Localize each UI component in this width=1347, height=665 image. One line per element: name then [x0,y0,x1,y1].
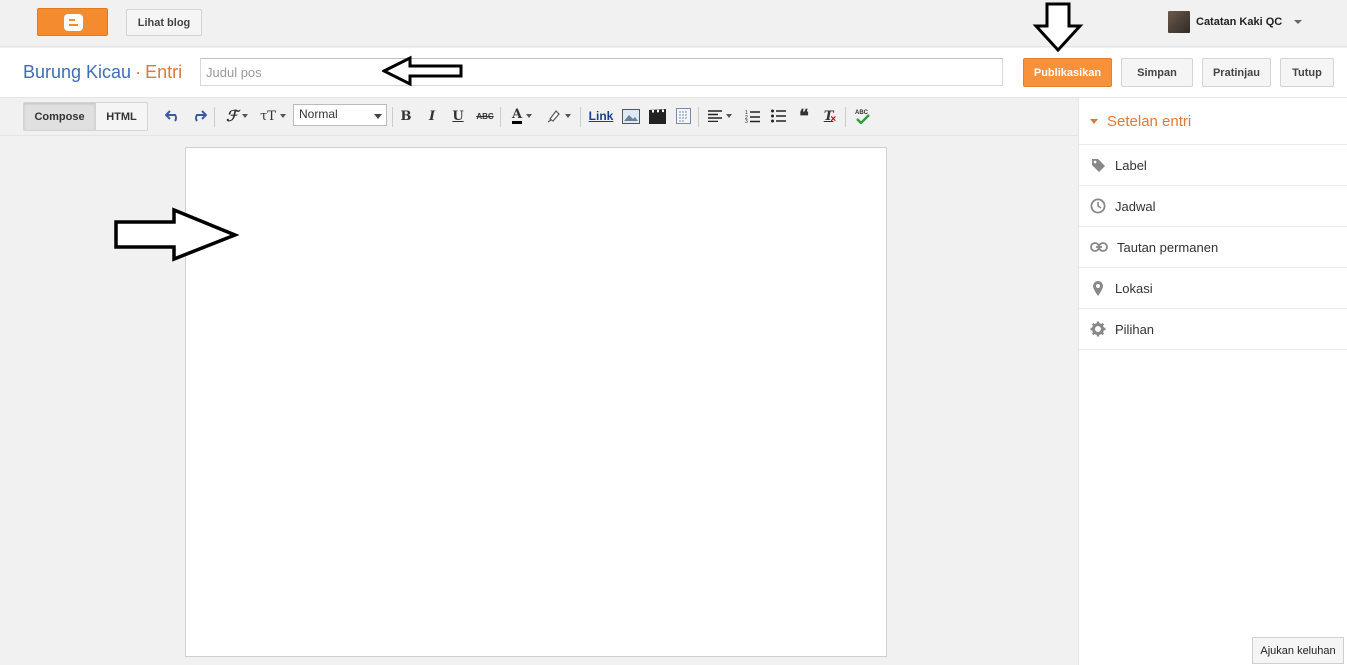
quote-icon[interactable]: ❝ [795,106,813,127]
section-name: Entri [145,62,183,82]
sidebar-item-label[interactable]: Label [1079,145,1347,186]
toolbar-divider [500,107,501,127]
spellcheck-icon[interactable]: ABC [852,107,872,125]
caret-down-icon [1090,118,1098,124]
toolbar-divider [845,107,846,127]
sidebar-item-location[interactable]: Lokasi [1079,268,1347,309]
gear-icon [1089,320,1107,338]
link-button[interactable]: Link [587,107,615,125]
jump-break-icon[interactable] [673,107,693,125]
breadcrumb-separator: · [135,62,142,82]
view-blog-button[interactable]: Lihat blog [126,9,202,36]
format-select-value: Normal [299,107,338,121]
highlight-icon[interactable] [545,107,573,125]
sidebar-item-permalink-text: Tautan permanen [1117,239,1219,255]
toolbar-divider [214,107,215,127]
bold-icon[interactable]: B [399,107,413,125]
avatar [1168,11,1190,33]
post-body-editor[interactable] [185,147,887,657]
post-settings-panel: Setelan entri Label Jadwal Tautan perman… [1078,98,1347,665]
save-button[interactable]: Simpan [1121,58,1193,87]
chevron-down-icon [374,114,382,119]
underline-icon[interactable]: U [451,107,465,125]
sidebar-item-options[interactable]: Pilihan [1079,309,1347,350]
sidebar-item-label-text: Label [1115,157,1147,173]
numbered-list-icon[interactable]: 123 [743,107,761,125]
annotation-arrow-right [114,207,239,262]
align-icon[interactable] [705,107,735,125]
link-icon [1089,238,1109,256]
svg-text:3: 3 [745,119,748,123]
sidebar-item-location-text: Lokasi [1115,280,1153,296]
font-family-icon[interactable]: ℱ [222,107,252,125]
redo-icon[interactable] [190,107,208,125]
undo-icon[interactable] [164,107,182,125]
post-settings-header[interactable]: Setelan entri [1079,98,1347,145]
toolbar-divider [580,107,581,127]
top-bar: Lihat blog Catatan Kaki QC [0,0,1347,47]
clear-formatting-icon[interactable]: T × [821,107,839,125]
preview-button[interactable]: Pratinjau [1202,58,1271,87]
italic-icon[interactable]: I [425,107,439,125]
clock-icon [1089,197,1107,215]
blogger-logo-icon [64,14,83,31]
tag-icon [1089,156,1107,174]
post-header: Burung Kicau·Entri Publikasikan Simpan P… [0,48,1347,98]
format-select[interactable]: Normal [293,104,387,126]
location-pin-icon [1089,279,1107,297]
toolbar-divider [698,107,699,127]
toolbar-divider [392,107,393,127]
blog-name[interactable]: Burung Kicau [23,62,131,82]
video-icon[interactable] [647,107,667,125]
account-name: Catatan Kaki QC [1196,16,1283,28]
bulleted-list-icon[interactable] [769,107,787,125]
annotation-arrow-left [382,55,463,87]
svg-text:ABC: ABC [855,110,869,116]
strikethrough-icon[interactable]: ABC [475,107,495,125]
sidebar-item-permalink[interactable]: Tautan permanen [1079,227,1347,268]
chevron-down-icon [1294,20,1303,24]
account-menu[interactable]: Catatan Kaki QC [1168,10,1303,34]
text-color-icon[interactable]: A [508,107,536,125]
image-icon[interactable] [621,107,641,125]
post-title-input[interactable] [200,58,1003,86]
annotation-arrow-down [1032,2,1084,53]
feedback-button[interactable]: Ajukan keluhan [1252,637,1344,664]
sidebar-item-schedule[interactable]: Jadwal [1079,186,1347,227]
sidebar-item-options-text: Pilihan [1115,321,1155,337]
compose-mode-button[interactable]: Compose [23,102,96,131]
html-mode-button[interactable]: HTML [95,102,148,131]
font-size-icon[interactable]: τT [258,107,288,125]
sidebar-item-schedule-text: Jadwal [1115,198,1156,214]
publish-button[interactable]: Publikasikan [1023,58,1112,87]
post-settings-title: Setelan entri [1107,112,1192,130]
editor-toolbar: Compose HTML ℱ τT Normal B I U ABC A Lin… [0,98,1078,136]
breadcrumb: Burung Kicau · Entri [23,62,182,83]
blogger-logo-button[interactable] [37,8,108,36]
close-button[interactable]: Tutup [1280,58,1334,87]
